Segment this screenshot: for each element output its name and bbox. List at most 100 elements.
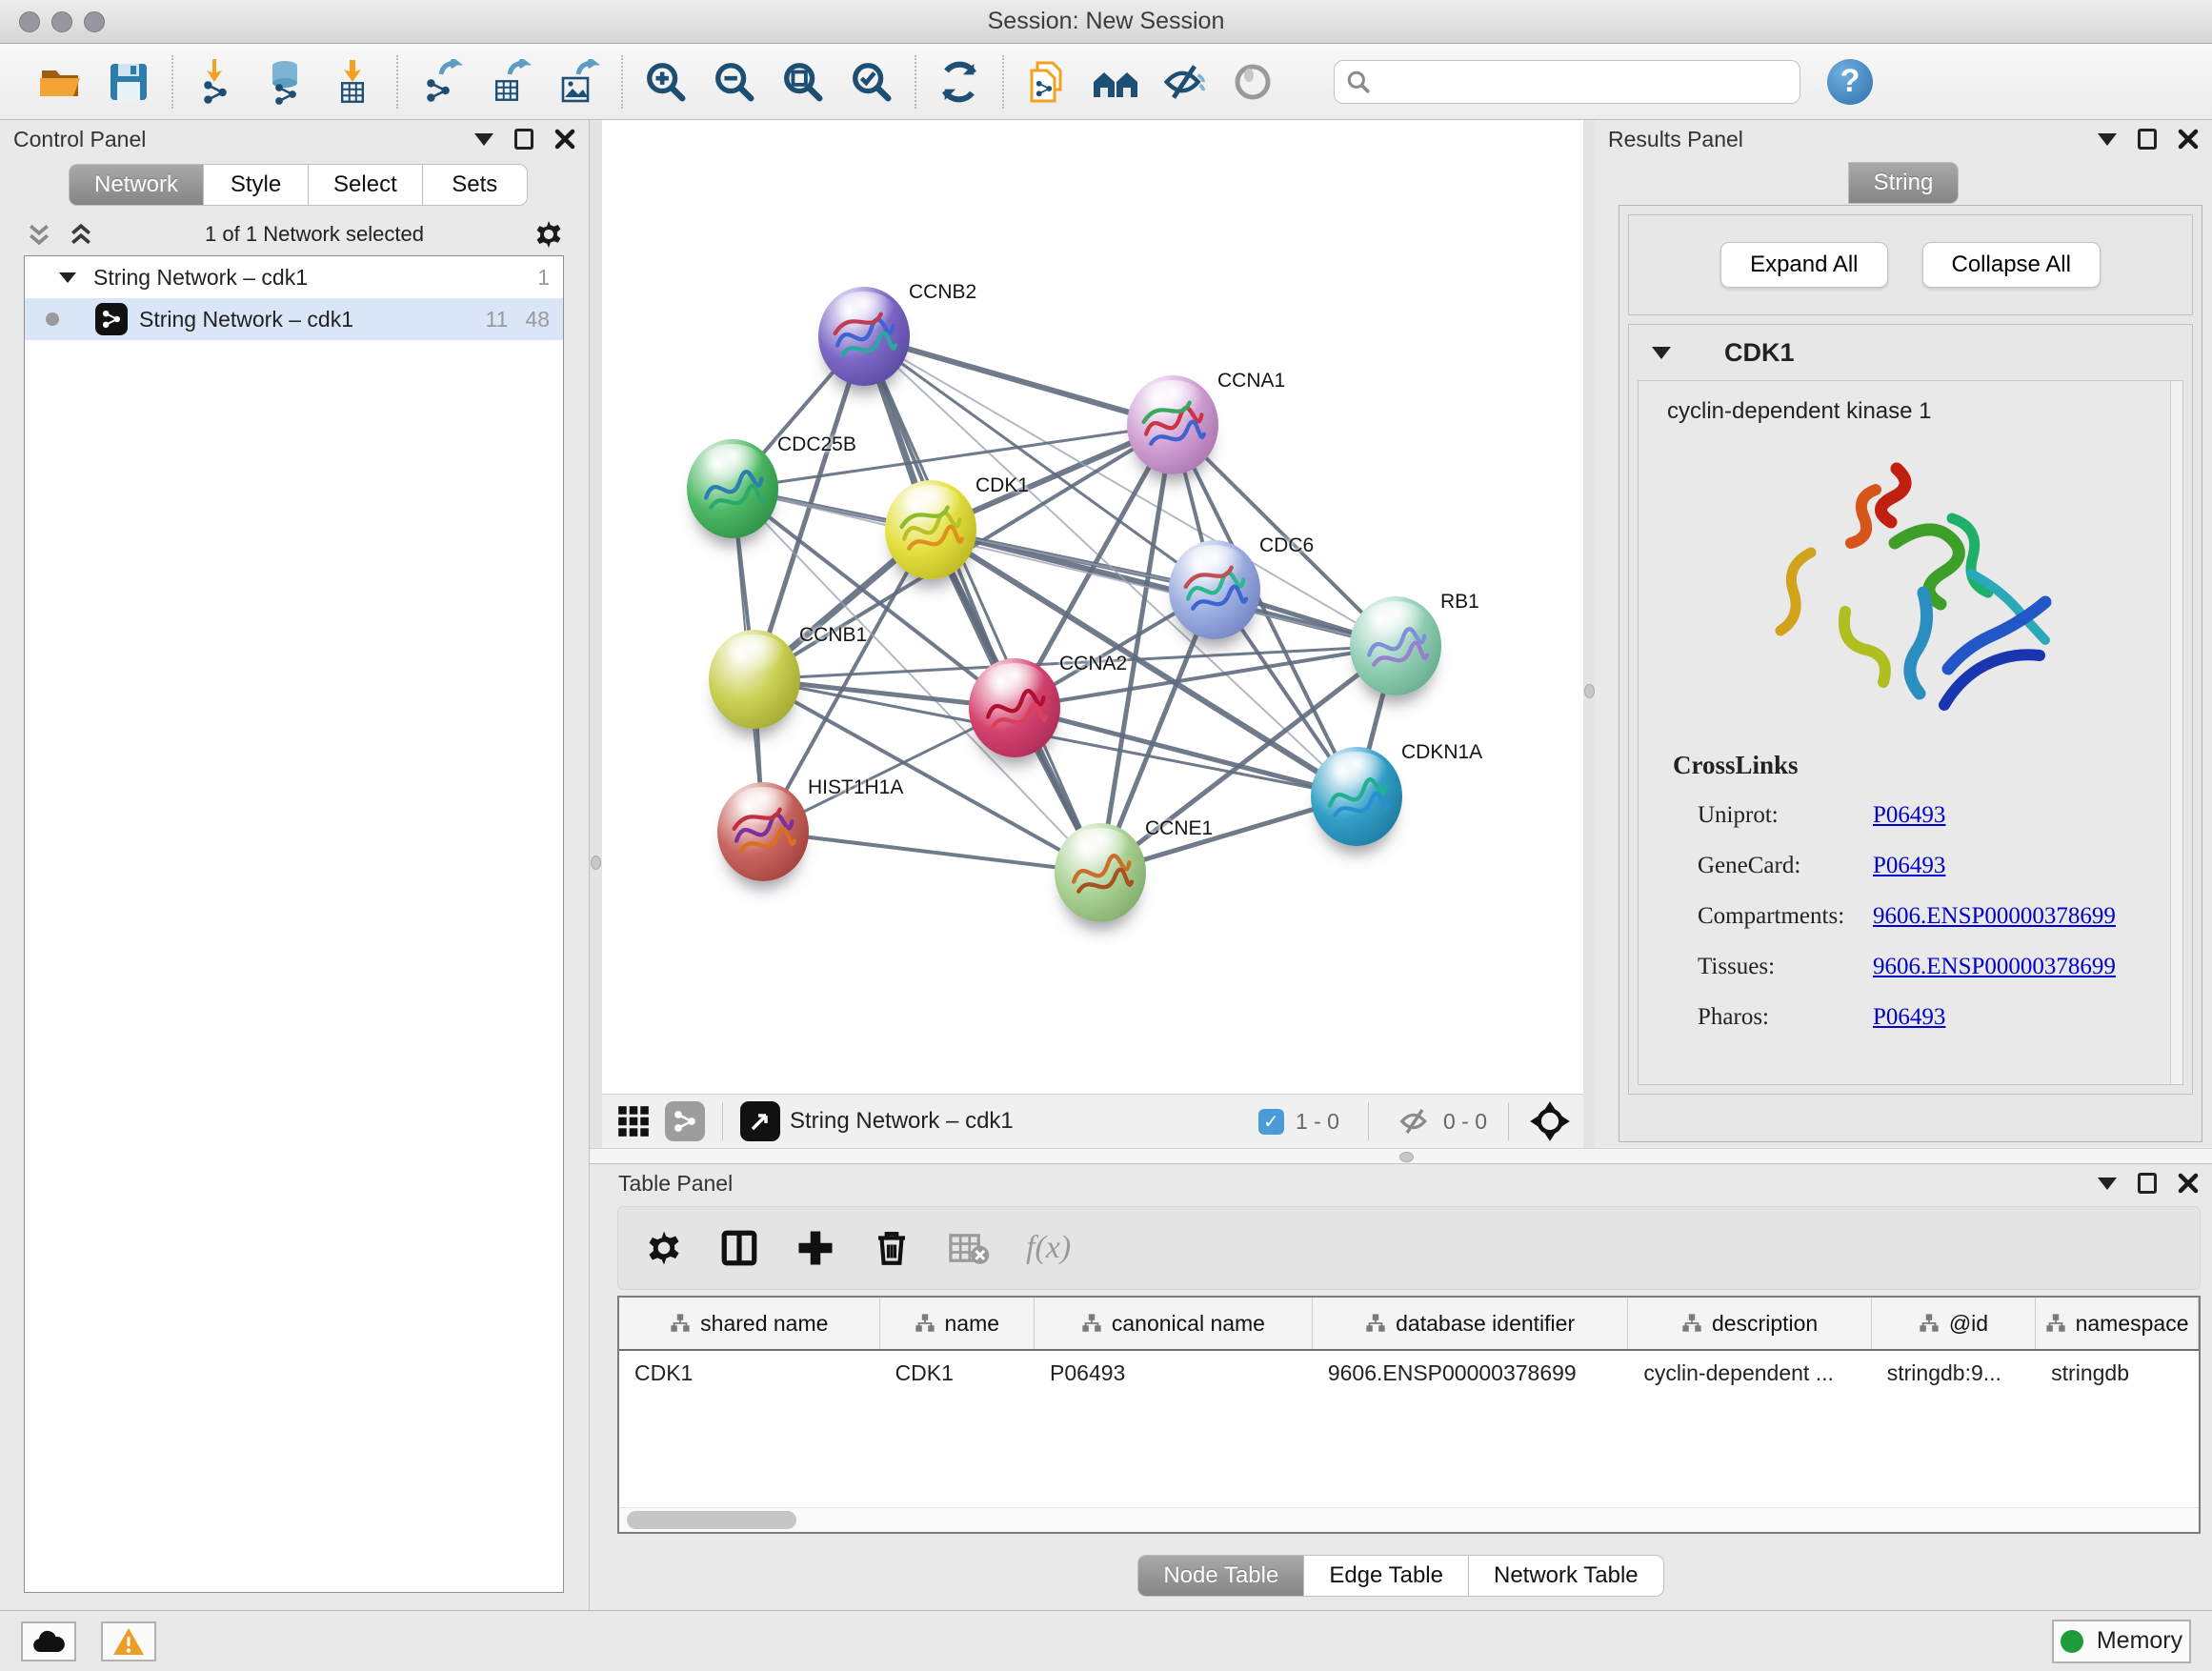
copy-documents-icon	[1024, 59, 1070, 105]
horizontal-splitter[interactable]	[590, 1148, 2212, 1164]
memory-button[interactable]: Memory	[2052, 1620, 2191, 1663]
tab-sets[interactable]: Sets	[423, 164, 528, 206]
expand-all-button[interactable]: Expand All	[1720, 242, 1887, 288]
float-panel-icon[interactable]	[514, 129, 533, 150]
edge-HIST1H1A-CCNE1[interactable]	[763, 832, 1100, 873]
tab-style[interactable]: Style	[204, 164, 309, 206]
table-cell[interactable]: CDK1	[619, 1360, 880, 1386]
add-column-icon[interactable]	[795, 1228, 835, 1268]
show-all-button[interactable]	[1223, 52, 1282, 111]
left-splitter[interactable]	[590, 120, 602, 1148]
show-columns-icon[interactable]	[719, 1228, 759, 1268]
tab-edge-table[interactable]: Edge Table	[1304, 1555, 1469, 1597]
share-view-icon[interactable]	[665, 1101, 705, 1141]
import-database-button[interactable]	[255, 52, 314, 111]
panel-menu-icon[interactable]	[2098, 1178, 2117, 1190]
warnings-button[interactable]	[101, 1621, 156, 1661]
float-panel-icon[interactable]	[2138, 129, 2157, 150]
column-header-@id[interactable]: @id	[1872, 1298, 2036, 1349]
export-image-button[interactable]	[549, 52, 608, 111]
zoom-selected-button[interactable]	[842, 52, 901, 111]
zoom-fit-button[interactable]	[774, 52, 833, 111]
table-cell[interactable]: P06493	[1035, 1360, 1313, 1386]
node-HIST1H1A[interactable]	[717, 782, 809, 881]
table-options-gear-icon[interactable]	[645, 1229, 683, 1267]
column-header-database-identifier[interactable]: database identifier	[1313, 1298, 1629, 1349]
column-header-name[interactable]: name	[880, 1298, 1035, 1349]
collapse-all-button[interactable]: Collapse All	[1922, 242, 2101, 288]
table-cell[interactable]: 9606.ENSP00000378699	[1313, 1360, 1629, 1386]
crosslink-link[interactable]: P06493	[1873, 802, 1945, 829]
export-table-button[interactable]	[480, 52, 539, 111]
panel-menu-icon[interactable]	[2098, 133, 2117, 146]
scrollbar-thumb[interactable]	[627, 1511, 796, 1529]
hidden-eye-icon[interactable]	[1398, 1106, 1432, 1137]
copy-network-button[interactable]	[1017, 52, 1076, 111]
column-header-description[interactable]: description	[1628, 1298, 1871, 1349]
float-panel-icon[interactable]	[2138, 1173, 2157, 1194]
import-network-button[interactable]	[187, 52, 246, 111]
panel-menu-icon[interactable]	[474, 133, 493, 146]
detach-view-icon[interactable]	[740, 1101, 780, 1141]
node-CCNB2[interactable]	[818, 287, 910, 386]
node-CCNA2[interactable]	[969, 658, 1060, 757]
column-header-canonical-name[interactable]: canonical name	[1035, 1298, 1313, 1349]
node-CDC6[interactable]	[1169, 540, 1260, 639]
tab-string[interactable]: String	[1848, 162, 1960, 204]
crosslink-link[interactable]: P06493	[1873, 1004, 1945, 1031]
table-cell[interactable]: stringdb:9...	[1872, 1360, 2036, 1386]
table-row[interactable]: CDK1CDK1P064939606.ENSP00000378699cyclin…	[619, 1351, 2199, 1395]
table-cell[interactable]: stringdb	[2036, 1360, 2199, 1386]
network-row-selected[interactable]: String Network – cdk1 11 48	[25, 298, 563, 340]
node-CCNA1[interactable]	[1127, 375, 1218, 474]
crosslink-link[interactable]: P06493	[1873, 853, 1945, 879]
column-header-shared-name[interactable]: shared name	[619, 1298, 880, 1349]
network-collection-row[interactable]: String Network – cdk1 1	[25, 256, 563, 298]
tab-node-table[interactable]: Node Table	[1137, 1555, 1304, 1597]
open-session-button[interactable]	[30, 52, 90, 111]
table-cell[interactable]: cyclin-dependent ...	[1628, 1360, 1871, 1386]
save-session-button[interactable]	[99, 52, 158, 111]
node-CCNB1[interactable]	[709, 630, 800, 729]
close-panel-icon[interactable]	[554, 129, 575, 150]
zoom-out-button[interactable]	[705, 52, 764, 111]
tab-network[interactable]: Network	[69, 164, 204, 206]
tab-network-table[interactable]: Network Table	[1469, 1555, 1664, 1597]
table-horizontal-scrollbar[interactable]	[619, 1507, 2199, 1532]
first-neighbors-button[interactable]	[1086, 52, 1145, 111]
table-cell[interactable]: CDK1	[880, 1360, 1035, 1386]
cloud-button[interactable]	[21, 1621, 76, 1661]
close-panel-icon[interactable]	[2178, 1173, 2199, 1194]
control-panel-tabs: NetworkStyleSelectSets	[69, 164, 589, 206]
column-header-namespace[interactable]: namespace	[2036, 1298, 2199, 1349]
node-CDKN1A[interactable]	[1311, 747, 1402, 846]
crosslink-link[interactable]: 9606.ENSP00000378699	[1873, 954, 2116, 980]
collection-disclosure-icon[interactable]	[59, 272, 76, 283]
export-network-button[interactable]	[412, 52, 471, 111]
node-CDK1[interactable]	[885, 480, 976, 579]
birds-eye-crosshair-icon[interactable]	[1530, 1101, 1570, 1141]
network-canvas[interactable]: CCNB2CCNA1CDC25BCDK1CDC6RB1CCNB1CCNA2CDK…	[602, 120, 1583, 1094]
grid-view-icon[interactable]	[615, 1103, 652, 1139]
close-panel-icon[interactable]	[2178, 129, 2199, 150]
apply-layout-button[interactable]	[930, 52, 989, 111]
node-CDC25B[interactable]	[687, 439, 778, 538]
expand-all-icon[interactable]	[67, 220, 95, 249]
results-scrollbar[interactable]	[2170, 381, 2182, 1084]
search-field[interactable]	[1334, 60, 1800, 104]
node-RB1[interactable]	[1350, 596, 1441, 695]
crosslink-link[interactable]: 9606.ENSP00000378699	[1873, 903, 2116, 930]
import-table-button[interactable]	[324, 52, 383, 111]
selected-checkbox-icon[interactable]: ✓	[1258, 1109, 1284, 1135]
help-button[interactable]: ?	[1827, 59, 1873, 105]
tab-select[interactable]: Select	[309, 164, 423, 206]
collapse-all-icon[interactable]	[25, 220, 53, 249]
gene-accordion-header[interactable]: CDK1	[1629, 325, 2192, 380]
hide-selected-button[interactable]	[1155, 52, 1214, 111]
node-CCNE1[interactable]	[1055, 823, 1146, 922]
zoom-in-button[interactable]	[636, 52, 695, 111]
network-options-gear-icon[interactable]	[533, 219, 564, 250]
accordion-disclosure-icon[interactable]	[1652, 347, 1671, 359]
search-input[interactable]	[1380, 69, 1780, 95]
delete-column-trash-icon[interactable]	[872, 1228, 912, 1268]
